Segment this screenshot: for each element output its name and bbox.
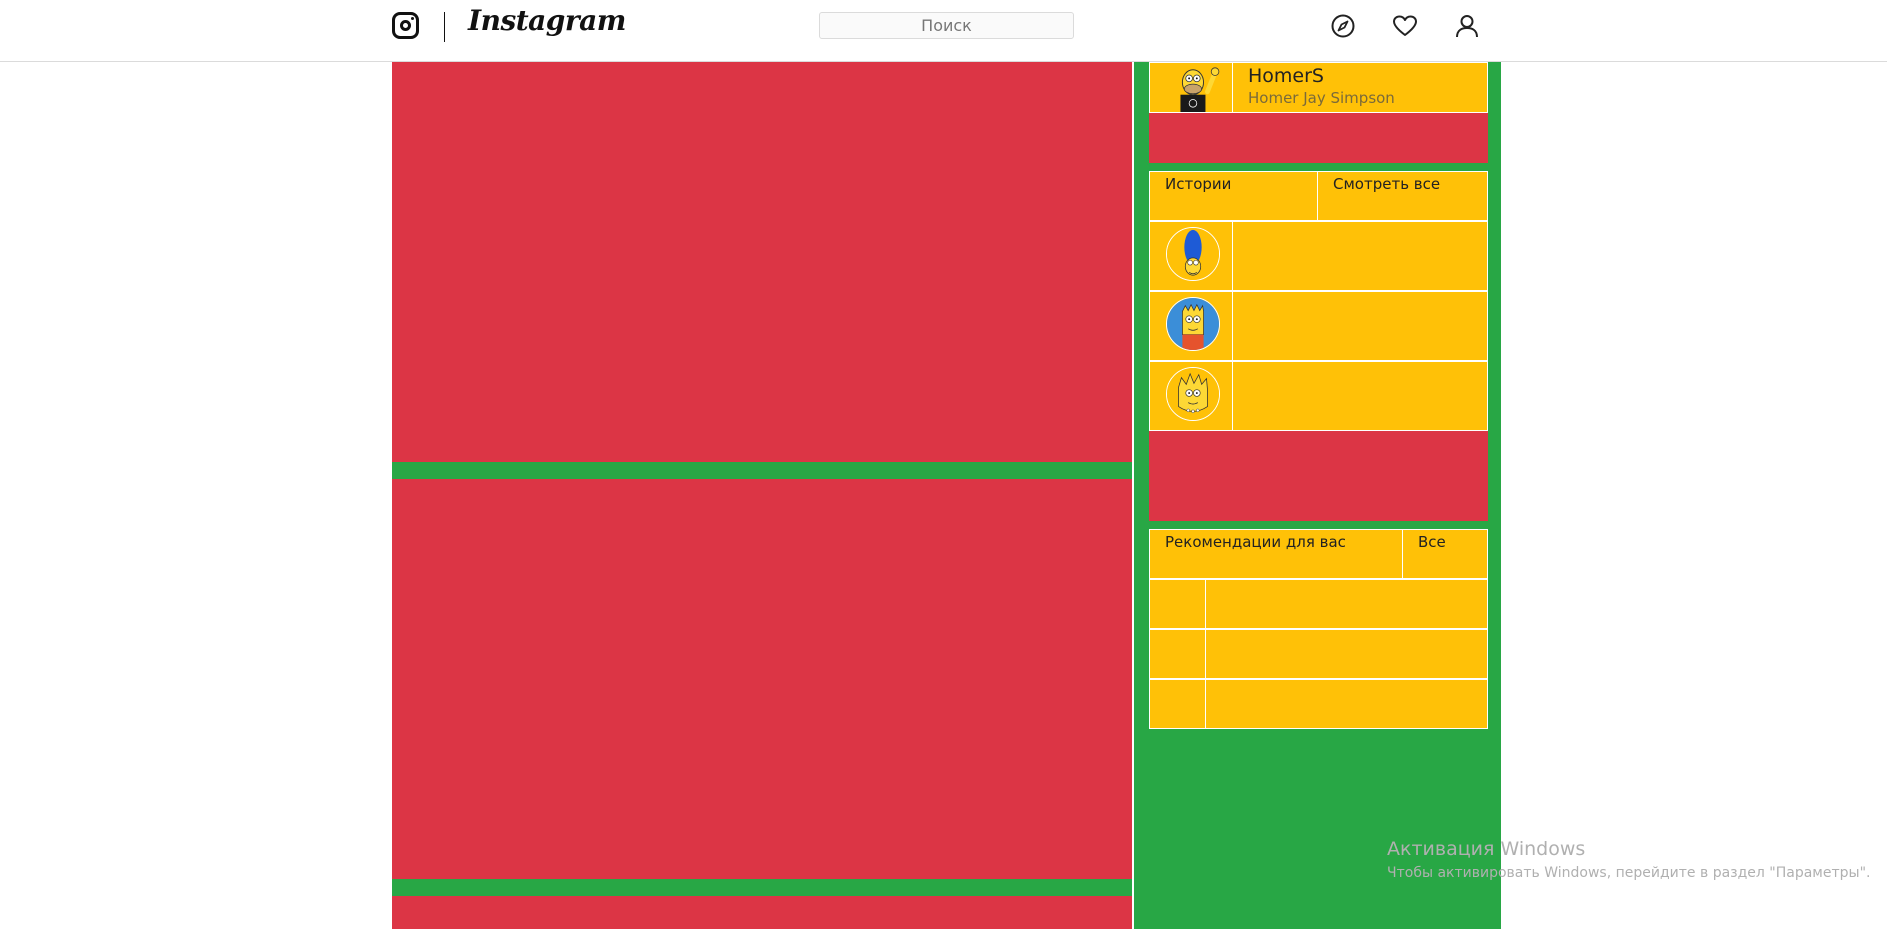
windows-activation-title: Активация Windows xyxy=(1387,838,1586,860)
heart-icon[interactable] xyxy=(1392,13,1418,39)
recommendation-info-cell[interactable] xyxy=(1205,579,1488,629)
story-info-cell[interactable] xyxy=(1232,361,1488,431)
recommendations-all-cell[interactable]: Все xyxy=(1402,529,1488,579)
feed-post[interactable] xyxy=(392,896,1132,929)
feed-column xyxy=(392,62,1132,929)
profile-username[interactable]: HomerS xyxy=(1248,65,1324,87)
recommendation-avatar-cell[interactable] xyxy=(1149,629,1206,679)
story-info-cell[interactable] xyxy=(1232,221,1488,291)
sidebar: HomerS Homer Jay Simpson Истории Смотрет… xyxy=(1133,62,1501,929)
stories-title: Истории xyxy=(1165,175,1232,193)
recommendation-info-cell[interactable] xyxy=(1205,679,1488,729)
recommendations-all-link[interactable]: Все xyxy=(1418,533,1446,551)
profile-extra-block xyxy=(1149,113,1488,163)
story-info-cell[interactable] xyxy=(1232,291,1488,361)
bart-avatar-icon xyxy=(1166,297,1220,351)
marge-avatar-icon xyxy=(1166,227,1220,281)
top-nav-bar: Instagram xyxy=(0,0,1887,62)
instagram-icon-dot xyxy=(411,17,414,20)
feed-post[interactable] xyxy=(392,62,1132,462)
logo-divider xyxy=(444,12,445,42)
recommendation-avatar-cell[interactable] xyxy=(1149,679,1206,729)
profile-full-name: Homer Jay Simpson xyxy=(1248,89,1395,107)
stories-view-all-cell[interactable]: Смотреть все xyxy=(1317,171,1488,221)
search-input[interactable] xyxy=(819,12,1074,39)
windows-activation-subtitle: Чтобы активировать Windows, перейдите в … xyxy=(1387,865,1871,881)
profile-icon[interactable] xyxy=(1454,13,1480,39)
instagram-wordmark[interactable]: Instagram xyxy=(468,4,626,37)
homer-avatar-icon xyxy=(1180,67,1220,112)
recommendation-avatar-cell[interactable] xyxy=(1149,579,1206,629)
profile-avatar-cell[interactable] xyxy=(1149,62,1233,113)
recommendations-title-cell: Рекомендации для вас xyxy=(1149,529,1403,579)
recommendations-title: Рекомендации для вас xyxy=(1165,533,1346,551)
instagram-icon[interactable] xyxy=(392,12,419,39)
instagram-icon-lens xyxy=(400,20,411,31)
stories-title-cell: Истории xyxy=(1149,171,1318,221)
story-avatar-cell[interactable] xyxy=(1149,291,1233,361)
stories-view-all-link[interactable]: Смотреть все xyxy=(1333,175,1440,193)
feed-post[interactable] xyxy=(392,479,1132,879)
lisa-avatar-icon xyxy=(1166,367,1220,421)
profile-info-cell[interactable]: HomerS Homer Jay Simpson xyxy=(1232,62,1488,113)
story-avatar-cell[interactable] xyxy=(1149,221,1233,291)
compass-icon[interactable] xyxy=(1330,13,1356,39)
recommendation-info-cell[interactable] xyxy=(1205,629,1488,679)
stories-extra-block xyxy=(1149,431,1488,521)
story-avatar-cell[interactable] xyxy=(1149,361,1233,431)
